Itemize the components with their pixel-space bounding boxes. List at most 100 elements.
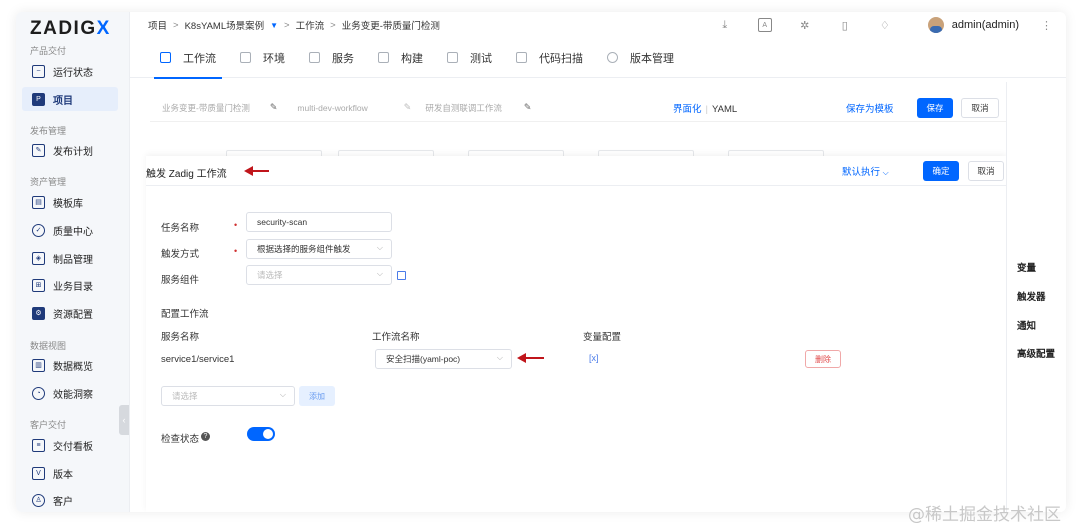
sidebar-group-release: 发布管理	[30, 126, 67, 136]
config-workflow-title: 配置工作流	[161, 309, 209, 320]
trigger-workflow-drawer: 触发 Zadig 工作流 默认执行 ⌵ 确定 取消 任务名称 • securit…	[146, 156, 1006, 512]
sidebar-item-release-plan[interactable]: ✎ 发布计划	[22, 138, 118, 162]
version-mgmt-icon	[607, 52, 618, 63]
trigger-mode-select[interactable]: 根据选择的服务组件触发 ⌵	[246, 239, 392, 259]
download-icon[interactable]: ⤓	[718, 18, 732, 32]
default-exec-dropdown[interactable]: 默认执行 ⌵	[842, 164, 889, 178]
environment-icon	[240, 52, 251, 63]
sidebar-item-resources[interactable]: ⚙ 资源配置	[22, 301, 118, 325]
breadcrumb-item: 业务变更-带质量门检测	[341, 21, 440, 32]
row-service-name: service1/service1	[161, 354, 235, 365]
pane-item-triggers[interactable]: 触发器	[1017, 289, 1046, 303]
docs-icon[interactable]: ▯	[838, 18, 852, 32]
service-component-select[interactable]: 请选择 ⌵	[246, 265, 392, 285]
plugin-icon[interactable]: ✲	[798, 18, 812, 32]
zadig-logo[interactable]: ZADIGX	[30, 18, 111, 40]
version-icon: V	[32, 466, 45, 480]
breadcrumb-item[interactable]: 工作流	[296, 18, 325, 32]
chevron-down-icon[interactable]: ▼	[270, 21, 278, 30]
avatar[interactable]	[927, 17, 944, 33]
chart-icon: ▥	[32, 358, 45, 372]
sidebar-item-insights[interactable]: ◔ 效能洞察	[22, 381, 118, 405]
user-name[interactable]: admin(admin)	[952, 19, 1019, 31]
sidebar-group-assets: 资产管理	[30, 177, 67, 187]
drawer-header: 触发 Zadig 工作流 默认执行 ⌵ 确定 取消	[146, 156, 1006, 186]
variable-config-icon[interactable]: [x]	[589, 353, 599, 363]
confirm-button[interactable]: 确定	[923, 161, 959, 181]
sidebar-item-catalog[interactable]: ⊞ 业务目录	[22, 273, 118, 297]
check-status-label: 检查状态	[161, 434, 200, 445]
workflow-icon	[160, 52, 171, 63]
pane-item-variables[interactable]: 变量	[1017, 260, 1036, 274]
tab-service[interactable]: 服务	[309, 38, 354, 78]
tab-environment[interactable]: 环境	[240, 38, 285, 78]
mode-yaml-toggle[interactable]: YAML	[712, 104, 737, 115]
breadcrumb-item[interactable]: K8sYAML场景案例	[185, 18, 265, 32]
pane-item-notify[interactable]: 通知	[1017, 318, 1036, 332]
workflow-name[interactable]: 研发自测联调工作流	[425, 102, 502, 114]
help-icon[interactable]: ?	[201, 432, 210, 441]
mode-gui-toggle[interactable]: 界面化	[673, 104, 702, 115]
select-all-icon[interactable]	[397, 271, 406, 280]
sidebar-collapse-handle[interactable]: ‹	[119, 405, 129, 435]
sidebar-group-data: 数据视图	[30, 341, 67, 351]
task-name-label: 任务名称	[161, 223, 200, 234]
tab-version[interactable]: 版本管理	[607, 38, 674, 78]
workflow-name[interactable]: multi-dev-workflow	[297, 103, 367, 113]
translate-icon[interactable]: A	[757, 18, 772, 32]
pane-item-advanced[interactable]: 高级配置	[1017, 346, 1055, 360]
save-as-template-link[interactable]: 保存为模板	[846, 101, 894, 115]
project-icon: P	[32, 92, 45, 106]
board-icon: ≡	[32, 438, 45, 452]
check-status-toggle[interactable]	[247, 427, 275, 441]
tab-test[interactable]: 测试	[447, 38, 492, 78]
chevron-down-icon: ⌵	[882, 168, 889, 177]
tab-code-scan[interactable]: 代码扫描	[516, 38, 583, 78]
service-component-label: 服务组件	[161, 275, 200, 286]
pie-icon: ◔	[32, 386, 45, 400]
add-button[interactable]: 添加	[299, 386, 335, 406]
drawer-cancel-button[interactable]: 取消	[968, 161, 1004, 181]
sidebar-group-product: 产品交付	[30, 46, 67, 56]
breadcrumb-item[interactable]: 项目	[148, 18, 167, 32]
bell-icon[interactable]: ♢	[878, 18, 892, 32]
settings-pane: 变量 触发器 通知 高级配置	[1006, 82, 1066, 512]
test-icon	[447, 52, 458, 63]
scan-icon	[516, 52, 527, 63]
tab-build[interactable]: 构建	[378, 38, 423, 78]
tab-workflow[interactable]: 工作流	[154, 38, 222, 79]
chevron-down-icon: ⌵	[376, 243, 383, 252]
workflow-select[interactable]: 安全扫描(yaml-poc) ⌵	[375, 349, 512, 369]
sidebar-item-customer[interactable]: ♙ 客户	[22, 488, 118, 512]
more-icon[interactable]: ⋮	[1041, 19, 1052, 32]
sidebar-item-delivery-board[interactable]: ≡ 交付看板	[22, 433, 118, 457]
customer-icon: ♙	[32, 493, 45, 507]
edit-icon[interactable]: ✎	[524, 102, 532, 113]
project-tabs: 工作流 环境 服务 构建 测试 代码扫描 版本管理	[130, 38, 1066, 79]
gear-icon: ⚙	[32, 306, 45, 320]
workflow-name[interactable]: 业务变更-带质量门检测	[162, 102, 250, 114]
task-name-input[interactable]: security-scan	[246, 212, 392, 232]
delete-row-button[interactable]: 删除	[805, 350, 841, 368]
sidebar-item-version[interactable]: V 版本	[22, 461, 118, 485]
sidebar-item-artifacts[interactable]: ◈ 制品管理	[22, 246, 118, 270]
sidebar: ZADIGX 产品交付 ~ 运行状态 P 项目 发布管理 ✎ 发布计划 资产管理…	[16, 12, 130, 512]
sidebar-item-quality[interactable]: ✓ 质量中心	[22, 218, 118, 242]
add-service-select[interactable]: 请选择 ⌵	[161, 386, 295, 406]
edit-icon[interactable]: ✎	[270, 102, 278, 113]
service-icon	[309, 52, 320, 63]
chevron-down-icon: ⌵	[496, 353, 503, 362]
column-workflow-name: 工作流名称	[372, 332, 420, 343]
chevron-down-icon: ⌵	[376, 269, 383, 278]
sidebar-item-overview[interactable]: ▥ 数据概览	[22, 353, 118, 377]
sidebar-group-delivery: 客户交付	[30, 420, 67, 430]
save-button[interactable]: 保存	[917, 97, 953, 118]
column-variable-config: 变量配置	[583, 332, 622, 343]
sidebar-item-project[interactable]: P 项目	[22, 87, 118, 111]
quality-icon: ✓	[32, 223, 45, 237]
edit-icon[interactable]: ✎	[404, 102, 412, 113]
sidebar-item-status[interactable]: ~ 运行状态	[22, 59, 118, 83]
sidebar-item-templates[interactable]: ▤ 模板库	[22, 190, 118, 214]
watermark: @稀土掘金技术社区	[908, 505, 1061, 525]
cancel-button[interactable]: 取消	[961, 97, 999, 118]
